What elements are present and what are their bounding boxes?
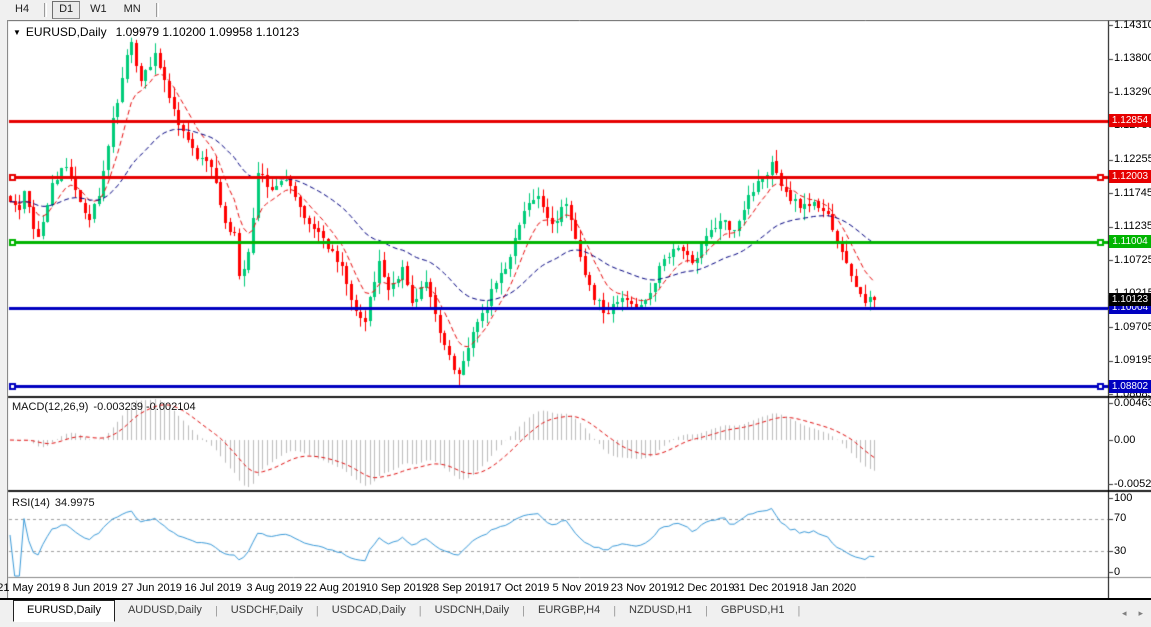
price-axis-tick: 1.09705	[1114, 320, 1151, 333]
macd-axis-tick: -0.005299	[1114, 477, 1151, 490]
tab-scroll-left-button[interactable]: ◂	[1122, 607, 1127, 619]
macd-name: MACD(12,26,9)	[12, 401, 89, 413]
price-axis-tick: 1.11745	[1114, 186, 1151, 199]
macd-label: MACD(12,26,9) -0.003239 -0.002104	[12, 401, 196, 413]
rsi-label: RSI(14) 34.9975	[12, 497, 95, 509]
timeframe-button-h4[interactable]: H4	[8, 1, 36, 19]
price-chart-canvas[interactable]	[0, 0, 1151, 627]
tab-scroll-buttons: ◂ ▸	[1122, 607, 1143, 619]
rsi-axis-tick: 100	[1114, 491, 1133, 504]
window-left-edge	[0, 20, 8, 598]
date-axis-label: 5 Nov 2019	[552, 582, 609, 594]
macd-axis-tick: 0.00463	[1114, 396, 1151, 409]
current-price-tag: 1.10123	[1109, 293, 1151, 307]
price-tag-1-12003: 1.12003	[1109, 170, 1151, 183]
date-axis-label: 31 Dec 2019	[733, 582, 796, 594]
tab-scroll-right-button[interactable]: ▸	[1138, 607, 1143, 619]
rsi-value: 34.9975	[54, 497, 95, 509]
price-axis-tick: 1.09195	[1114, 354, 1151, 367]
chart-tab-gbpusd-h1[interactable]: GBPUSD,H1	[708, 601, 798, 620]
chart-tab-nzdusd-h1[interactable]: NZDUSD,H1	[616, 601, 705, 620]
chart-tab-audusd-daily[interactable]: AUDUSD,Daily	[115, 601, 215, 620]
price-tag-1-11004: 1.11004	[1109, 235, 1151, 249]
date-axis-label: 27 Jun 2019	[121, 582, 182, 594]
macd-axis-tick: 0.00	[1114, 433, 1136, 446]
date-axis-label: 10 Sep 2019	[365, 582, 428, 594]
rsi-axis-tick: 0	[1114, 565, 1121, 578]
date-axis-label: 28 Sep 2019	[426, 582, 490, 594]
date-axis-label: 23 Nov 2019	[610, 582, 674, 594]
date-axis-label: 17 Oct 2019	[489, 582, 550, 594]
tab-divider: |	[797, 605, 801, 617]
chart-tab-usdchf-daily[interactable]: USDCHF,Daily	[218, 601, 316, 620]
date-axis-label: 3 Aug 2019	[246, 582, 303, 594]
date-axis-label: 12 Dec 2019	[672, 582, 735, 594]
timeframe-button-w1[interactable]: W1	[83, 1, 114, 19]
price-axis-tick: 1.11235	[1114, 220, 1151, 233]
price-axis-tick: 1.12255	[1114, 153, 1151, 166]
chart-tab-usdcnh-daily[interactable]: USDCNH,Daily	[422, 601, 523, 620]
rsi-name: RSI(14)	[12, 497, 50, 509]
price-axis-tick: 1.13290	[1114, 85, 1151, 98]
chart-tab-eurgbp-h4[interactable]: EURGBP,H4	[525, 601, 613, 620]
price-tag-1-08802: 1.08802	[1109, 379, 1151, 393]
timeframe-button-d1[interactable]: D1	[52, 1, 81, 19]
date-axis-label: 16 Jul 2019	[184, 582, 242, 594]
timeframe-toolbar: H4 D1 W1 MN	[0, 0, 1151, 20]
price-axis-tick: 1.13800	[1114, 52, 1151, 65]
mt4-window: H4 D1 W1 MN ▼ EURUSD,Daily 1.09979 1.10200 1.…	[0, 0, 1151, 627]
rsi-axis-tick: 30	[1114, 544, 1127, 557]
price-tag-1-12854: 1.12854	[1109, 114, 1151, 128]
chart-tab-usdcad-daily[interactable]: USDCAD,Daily	[319, 601, 419, 620]
toolbar-separator	[44, 3, 48, 17]
date-axis-label: 21 May 2019	[0, 582, 61, 594]
timeframe-button-mn[interactable]: MN	[117, 1, 148, 19]
chart-tab-bar: EURUSD,Daily AUDUSD,Daily | USDCHF,Daily | US…	[0, 598, 1151, 627]
toolbar-separator	[155, 3, 159, 17]
price-axis-tick: 1.10725	[1114, 253, 1151, 266]
rsi-axis-tick: 70	[1114, 512, 1127, 525]
price-axis-tick: 1.14310	[1114, 18, 1151, 31]
date-axis-label: 18 Jan 2020	[795, 582, 857, 594]
macd-values: -0.003239 -0.002104	[93, 401, 196, 413]
chart-tab-eurusd-daily[interactable]: EURUSD,Daily	[13, 600, 115, 622]
date-axis-label: 22 Aug 2019	[304, 582, 367, 594]
date-axis-label: 8 Jun 2019	[63, 582, 118, 594]
